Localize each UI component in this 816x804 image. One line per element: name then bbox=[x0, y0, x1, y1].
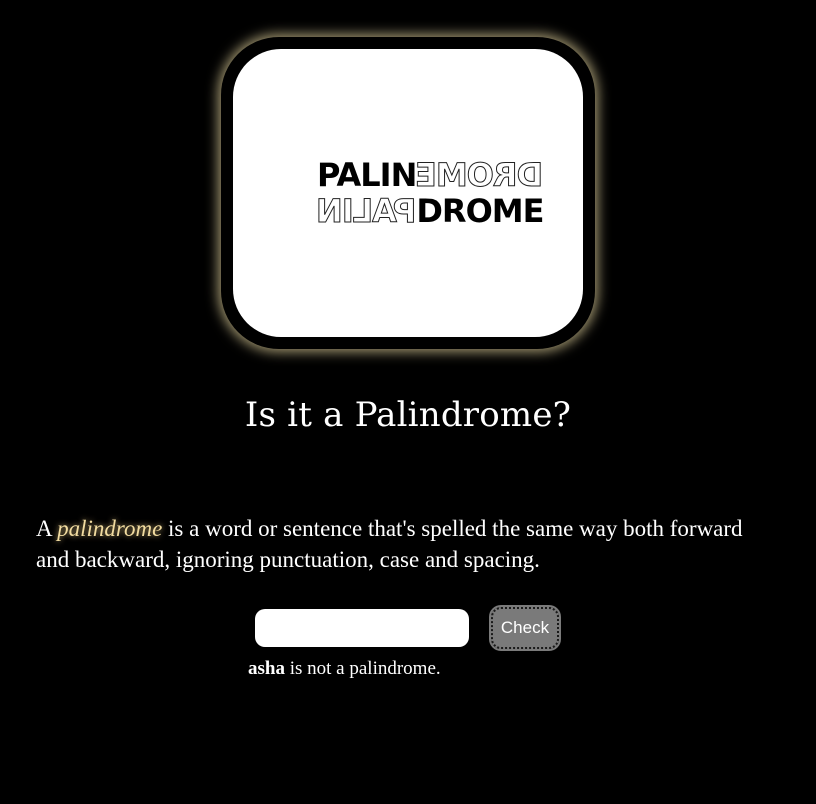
result-word: asha bbox=[248, 658, 285, 679]
logo-text-drome: DROME bbox=[416, 192, 544, 230]
check-button[interactable]: Check bbox=[489, 605, 561, 651]
palindrome-input[interactable] bbox=[255, 609, 469, 647]
logo-bottom-row: PALINDROME bbox=[317, 192, 545, 231]
logo-top-row: PALINDROME bbox=[317, 156, 544, 195]
palindrome-term: palindrome bbox=[57, 516, 163, 541]
result-message: is not a palindrome. bbox=[289, 658, 441, 679]
logo-text-palin-mirrored: PALIN bbox=[317, 192, 417, 231]
description-prefix: A bbox=[36, 516, 52, 541]
result-text: asha is not a palindrome. bbox=[248, 658, 441, 680]
page-title: Is it a Palindrome? bbox=[244, 394, 572, 435]
logo-card: PALINDROME PALINDROME bbox=[233, 49, 583, 337]
logo-text-drome-mirrored: DROME bbox=[416, 156, 544, 195]
logo-text-palin: PALIN bbox=[317, 156, 417, 194]
description: A palindrome is a word or sentence that'… bbox=[36, 513, 766, 575]
